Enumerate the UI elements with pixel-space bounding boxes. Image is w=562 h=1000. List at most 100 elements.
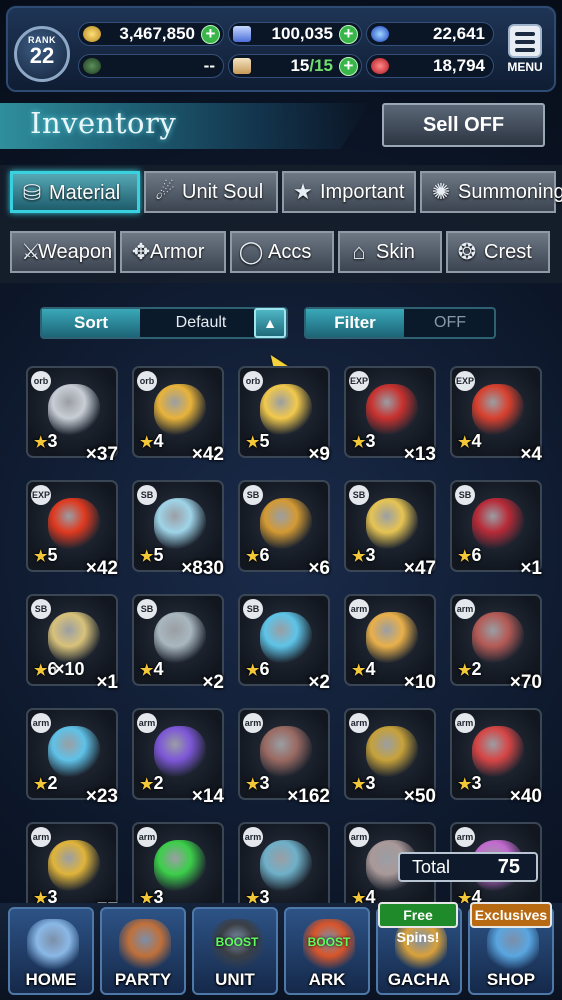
item-art-icon [48, 840, 100, 892]
item-art-icon [154, 726, 206, 778]
sort-value[interactable]: Default [144, 309, 258, 337]
item-quantity: ×4 [520, 444, 542, 465]
crystal-icon [233, 26, 251, 42]
nav-label: HOME [25, 970, 77, 989]
item-type-icon: arm [243, 713, 263, 733]
nav-ark-button[interactable]: BOOST ARK [284, 907, 370, 995]
tab-armor[interactable]: ✥ Armor [120, 231, 226, 273]
item-art-icon [260, 726, 312, 778]
inventory-item[interactable]: arm ★3 [132, 822, 224, 903]
item-art-icon [154, 498, 206, 550]
item-art-icon [472, 612, 524, 664]
rank-value: 22 [29, 43, 55, 68]
rarity-star-icon: ★ [140, 890, 154, 903]
tab-important[interactable]: ★ Important [282, 171, 416, 213]
filter-button[interactable]: Filter [306, 309, 404, 337]
item-art-icon [472, 726, 524, 778]
tab-label: Material [49, 182, 121, 204]
tab-weapon[interactable]: ⚔ Weapon [10, 231, 116, 273]
rarity-star-icon: ★ [458, 890, 472, 903]
sort-order-button[interactable]: ▲ [254, 308, 286, 338]
item-art-icon [260, 612, 312, 664]
nav-label: SHOP [486, 970, 536, 989]
item-type-icon: EXP [455, 371, 475, 391]
tab-label: Accs [268, 241, 312, 263]
compass-icon [83, 58, 101, 74]
ticket-value: -- [203, 56, 215, 75]
stamina-max: /15 [309, 56, 333, 75]
item-quantity: ×162 [287, 786, 330, 807]
item-quantity: ×10 [403, 672, 436, 693]
item-art-icon [48, 612, 100, 664]
item-type-icon: arm [455, 713, 475, 733]
rarity-value: 3 [153, 887, 164, 903]
item-quantity: ×1 [96, 672, 118, 693]
add-gold-button[interactable]: + [201, 25, 220, 44]
item-type-icon: orb [137, 371, 157, 391]
ticket-counter: -- [78, 54, 224, 78]
free-spins-badge: Free Spins! [378, 902, 458, 945]
filter-control: Filter OFF [304, 307, 496, 339]
menu-button[interactable]: MENU [504, 24, 546, 74]
page-title: Inventory [30, 106, 177, 140]
nav-home-icon [27, 919, 79, 971]
item-art-icon [472, 498, 524, 550]
sell-toggle-button[interactable]: Sell OFF [382, 103, 545, 147]
nav-party-button[interactable]: PARTY [100, 907, 186, 995]
tab-summoning[interactable]: ✺ Summoning [420, 171, 562, 213]
item-type-icon: arm [137, 713, 157, 733]
item-quantity: ×42 [85, 558, 118, 579]
item-quantity: ×37 [85, 444, 118, 465]
item-grid: orb ★3 ×37 orb ★4 ×42 orb ★5 ×9 EXP ★3 ×13 EXP ★4 ×4 EX… [0, 363, 562, 903]
rank-badge[interactable]: RANK 22 [14, 26, 70, 82]
item-art-icon [260, 384, 312, 436]
item-art-icon [48, 498, 100, 550]
sort-control: Sort Default [40, 307, 288, 339]
resource-header: RANK 22 3,467,850 + 100,035 + 22,641 -- … [6, 6, 556, 92]
tab-accs[interactable]: ◯ Accs [230, 231, 334, 273]
item-rarity: ★4 [352, 887, 375, 903]
nav-label: ARK [308, 970, 346, 989]
hanger-icon: ⌂ [352, 239, 366, 264]
soul-icon: ☄ [155, 179, 175, 204]
item-type-icon: SB [31, 599, 51, 619]
item-quantity: ×6 [308, 558, 330, 579]
rarity-star-icon: ★ [246, 890, 260, 903]
item-art-icon [366, 726, 418, 778]
item-type-icon: SB [455, 485, 475, 505]
tab-label: Unit Soul [182, 181, 264, 203]
item-type-icon: arm [455, 827, 475, 847]
add-crystal-button[interactable]: + [339, 25, 358, 44]
tab-material[interactable]: ⛁ Material [10, 171, 140, 213]
tab-crest[interactable]: ❂ Crest [446, 231, 550, 273]
ring-icon: ◯ [238, 239, 264, 264]
blue-orb-value: 22,641 [433, 24, 485, 43]
tab-skin[interactable]: ⌂ Skin [338, 231, 442, 273]
stamina-value: 15 [290, 56, 310, 75]
crystal-value: 100,035 [271, 24, 333, 43]
item-art-icon [260, 498, 312, 550]
item-art-icon [48, 384, 100, 436]
item-type-icon: SB [243, 599, 263, 619]
item-type-icon: arm [243, 827, 263, 847]
armor-icon: ✥ [131, 239, 151, 264]
nav-home-button[interactable]: HOME [8, 907, 94, 995]
item-quantity: ×2 [202, 672, 224, 693]
inventory-item[interactable]: arm ★3 [238, 822, 330, 903]
sort-button[interactable]: Sort [42, 309, 140, 337]
tab-unit-soul[interactable]: ☄ Unit Soul [144, 171, 278, 213]
red-orb-counter: 18,794 [366, 54, 494, 78]
stamina-icon [233, 58, 251, 74]
tab-label: Important [320, 181, 405, 203]
nav-unit-button[interactable]: BOOST UNIT [192, 907, 278, 995]
item-rarity: ★3 [246, 887, 269, 903]
star-icon: ★ [293, 179, 313, 204]
filter-value[interactable]: OFF [406, 309, 494, 337]
inventory-item[interactable]: arm ★3 [26, 822, 118, 903]
item-type-icon: arm [349, 713, 369, 733]
total-label: Total [412, 857, 451, 877]
item-quantity: ×2 [308, 672, 330, 693]
add-stamina-button[interactable]: + [339, 57, 358, 76]
item-quantity: ×40 [509, 786, 542, 807]
item-art-icon [154, 840, 206, 892]
